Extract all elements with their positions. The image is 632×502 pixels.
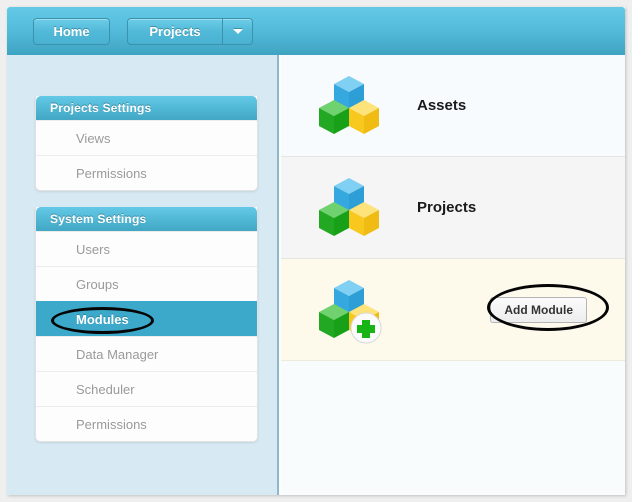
cubes-icon-svg: [319, 177, 379, 236]
sidebar-item-label: Data Manager: [76, 346, 159, 362]
nav-button-home[interactable]: Home: [33, 18, 110, 45]
nav-button-projects-dropdown[interactable]: [222, 18, 253, 45]
sidebar-item-views[interactable]: Views: [36, 120, 257, 155]
panel-title-projects-settings: Projects Settings: [36, 96, 257, 120]
sidebar-item-modules[interactable]: Modules: [36, 301, 257, 336]
sidebar-item-projects-permissions[interactable]: Permissions: [36, 155, 257, 190]
nav-button-home-label: Home: [53, 24, 90, 39]
cubes-icon: [309, 66, 389, 146]
sidebar-panel-projects-settings: Projects Settings Views Permissions: [35, 96, 258, 191]
cubes-icon: [309, 168, 389, 248]
sidebar-item-scheduler[interactable]: Scheduler: [36, 371, 257, 406]
sidebar-panel-system-settings: System Settings Users Groups Modules Dat…: [35, 207, 258, 442]
application-window: Home Projects Projects Settings Views Pe…: [7, 7, 625, 495]
cubes-add-icon-svg: [319, 279, 382, 343]
nav-button-projects[interactable]: Projects: [127, 18, 222, 45]
panel-title-system-settings: System Settings: [36, 207, 257, 231]
top-navigation-bar: Home Projects: [7, 7, 625, 55]
cubes-add-icon: [309, 270, 389, 350]
sidebar-item-data-manager[interactable]: Data Manager: [36, 336, 257, 371]
sidebar-item-label: Scheduler: [76, 381, 135, 397]
sidebar-item-label: Groups: [76, 276, 119, 292]
sidebar-item-groups[interactable]: Groups: [36, 266, 257, 301]
module-name: Assets: [417, 97, 467, 114]
sidebar: Projects Settings Views Permissions Syst…: [7, 55, 279, 495]
module-list-item-add[interactable]: Add Module: [281, 259, 625, 361]
module-list-item[interactable]: Assets: [281, 55, 625, 157]
add-module-button-label: Add Module: [504, 303, 573, 317]
sidebar-item-system-permissions[interactable]: Permissions: [36, 406, 257, 441]
module-list-empty-space: [281, 361, 625, 495]
sidebar-item-label: Users: [76, 241, 110, 257]
sidebar-item-users[interactable]: Users: [36, 231, 257, 266]
chevron-down-icon: [232, 29, 243, 34]
cubes-icon-svg: [319, 75, 379, 134]
nav-button-projects-label: Projects: [149, 24, 201, 39]
main-content-modules-list: Assets Projects Add Module: [281, 55, 625, 495]
module-name: Projects: [417, 199, 477, 216]
sidebar-item-label: Permissions: [76, 416, 147, 432]
sidebar-item-label: Views: [76, 130, 111, 146]
module-list-item[interactable]: Projects: [281, 157, 625, 259]
sidebar-item-label: Modules: [76, 311, 129, 327]
add-module-button[interactable]: Add Module: [490, 297, 587, 323]
sidebar-item-label: Permissions: [76, 165, 147, 181]
